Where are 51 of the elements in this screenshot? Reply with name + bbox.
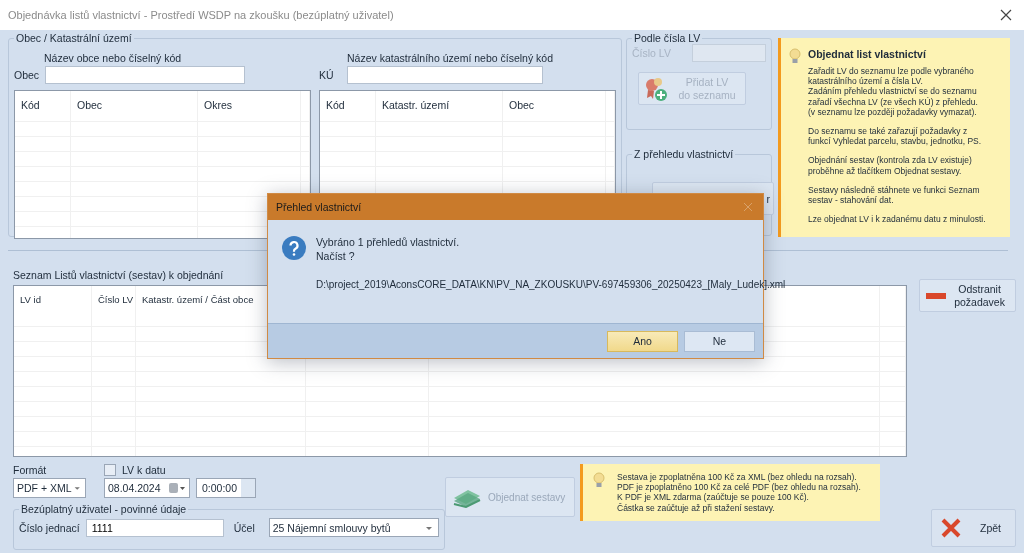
dialog-button[interactable]: Ano: [607, 330, 678, 352]
dialog-message: Vybráno 1 přehledů vlastnictví. Načíst ?: [316, 236, 461, 264]
info-text: Sestavy následně stáhnete ve funkci Seznam sestav - stahování dat.: [808, 184, 981, 206]
fee-text: Sestava je zpoplatněna 100 Kč za XML (bez ohledu na rozsah). PDF je zpoplatněno 100 Kč za celé PDF (bez ohledu na rozsah). K PDF je XML zdarma (zaúčtuje se pouze 100 Kč). Částka se zaúčtuje až při stažení sestavy.: [617, 472, 861, 515]
field-label: Účel: [233, 521, 255, 534]
field-label: KÚ: [319, 69, 335, 81]
section-title: Seznam Listů vlastnictví (sestav) k objednání: [13, 269, 225, 281]
info-text: Zařadit LV do seznamu lze podle vybraného katastrálního území a čísla LV. Zadáním přehledu vlastnictví se do seznamu zařadí všechna LV (ze všech KÚ) z přehledu. (v seznamu lze později požadavky vymazat).: [808, 66, 979, 117]
dialog-title: Přehled vlastnictví: [276, 201, 362, 213]
time-field[interactable]: 0:00:00: [196, 478, 256, 498]
window-title: Objednávka listů vlastnictví - Prostředí WSDP na zkoušku (bezúplatný uživatel): [8, 9, 394, 21]
checkbox-label: LV k datu: [122, 464, 166, 476]
purpose-dropdown[interactable]: 25 Nájemní smlouvy bytů: [268, 518, 439, 537]
format-dropdown[interactable]: PDF + XML: [13, 478, 86, 498]
minus-icon: [926, 292, 947, 299]
group-title: Obec / Katastrální území: [15, 32, 133, 44]
dialog-button[interactable]: Ne: [684, 330, 755, 352]
info-title: Objednat list vlastnictví: [808, 48, 927, 60]
input-field[interactable]: 1111: [85, 518, 224, 537]
field-hint: Název obce nebo číselný kód: [44, 52, 183, 64]
lightbulb-icon: [593, 472, 605, 488]
column-header[interactable]: LV id: [14, 286, 92, 326]
remove-button[interactable]: Odstranit požadavek: [919, 279, 1016, 312]
column-header[interactable]: Okres: [198, 91, 301, 121]
field-label: Obec: [14, 69, 40, 81]
info-text: Do seznamu se také zařazují požadavky z funkcí Vyhledat parcelu, stavbu, jednotku, PS.: [808, 125, 983, 147]
input-field[interactable]: [45, 66, 246, 84]
column-header[interactable]: Katastr. území: [376, 91, 503, 121]
info-text: Objednání sestav (kontrola zda LV existuje) proběhne až tlačítkem Objednat sestavy.: [808, 155, 973, 176]
column-header[interactable]: Obec: [503, 91, 606, 121]
back-button[interactable]: Zpět: [931, 509, 1016, 547]
column-header[interactable]: Číslo LV: [92, 286, 136, 326]
lightbulb-icon: [789, 48, 801, 64]
x-mark-icon: [940, 517, 962, 539]
question-icon: [282, 236, 306, 260]
group-title: Z přehledu vlastnictví: [633, 148, 735, 160]
checkbox[interactable]: [104, 464, 116, 476]
field-label: Formát: [13, 464, 48, 476]
field-hint: Název katastrálního území nebo číselný kód: [347, 52, 555, 64]
date-field[interactable]: 08.04.2024: [104, 478, 190, 498]
input-field[interactable]: [347, 66, 543, 84]
column-header[interactable]: Obec: [71, 91, 198, 121]
info-text: Lze objednat LV i k zadanému datu z minulosti.: [808, 214, 986, 225]
group-title: Bezúplatný uživatel - povinné údaje: [20, 503, 188, 515]
certificate-plus-icon: [643, 75, 669, 102]
close-icon[interactable]: [1000, 9, 1012, 21]
field-label: Číslo jednací: [19, 521, 80, 534]
calendar-icon: [168, 482, 186, 494]
column-header[interactable]: Kód: [320, 91, 376, 121]
column-header[interactable]: Kód: [15, 91, 71, 121]
group-title: Podle čísla LV: [633, 32, 702, 44]
